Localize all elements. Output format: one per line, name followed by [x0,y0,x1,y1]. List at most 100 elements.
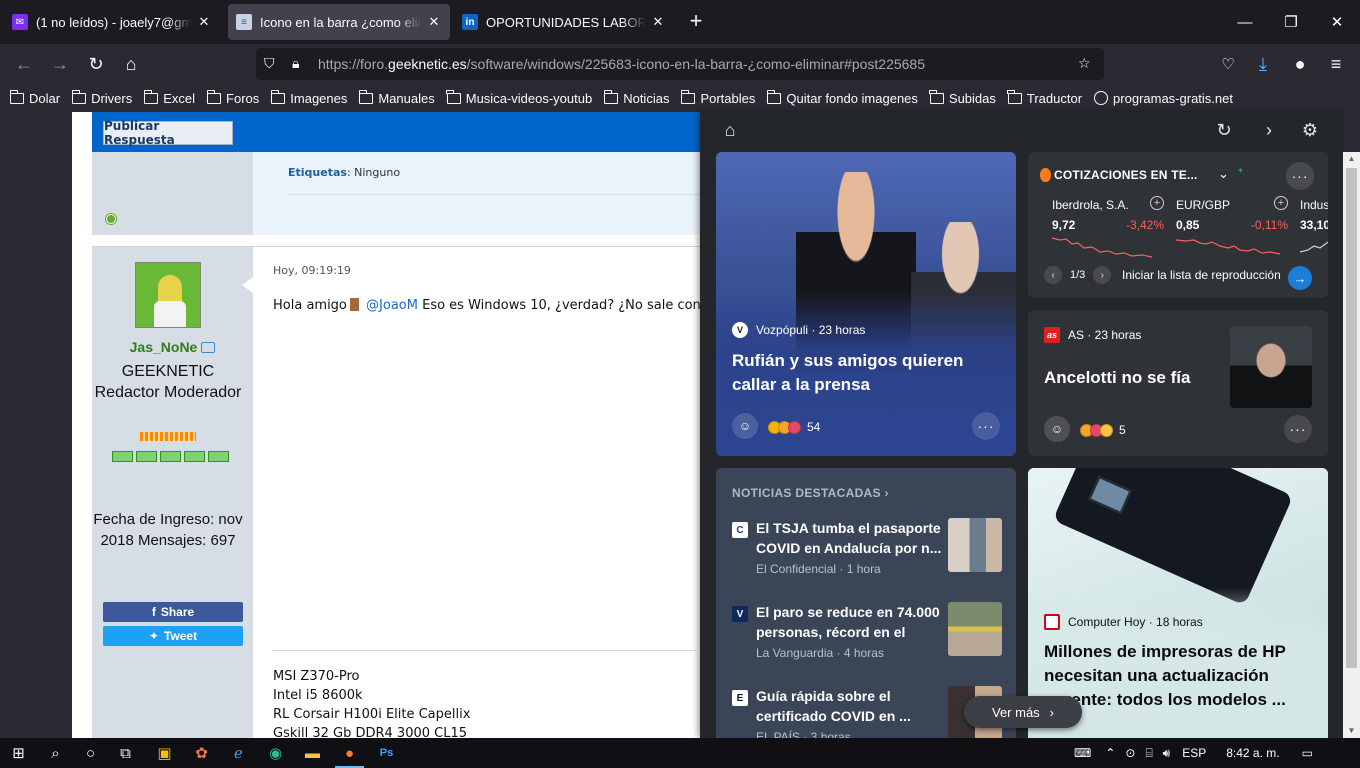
forward-button[interactable]: → [46,50,74,78]
download-icon[interactable]: ⤓ [1249,50,1277,78]
avatar[interactable] [135,262,201,328]
news-list-item[interactable]: C El TSJA tumba el pasaporte COVID en An… [732,518,1002,588]
close-tab-icon[interactable]: ✕ [650,14,666,30]
notifications-icon[interactable]: ▭ [1302,746,1313,760]
bookmark-folder[interactable]: Imagenes [270,89,347,106]
pocket-icon[interactable]: ♡ [1214,50,1242,78]
windows-taskbar: ⊞ ⌕ ○ ⧉ ▣ ✿ ℯ ◉ ▬ ● Ps ⌨ ⌃ ⊙ ⌸ 🔊︎ ESP 8:… [0,738,1360,768]
minimize-button[interactable]: — [1222,0,1268,44]
chevron-left-icon[interactable]: ‹ [1044,266,1062,284]
task-view-icon[interactable]: ⧉ [107,738,144,768]
network-icon[interactable]: ⌸ [1145,746,1152,761]
publish-reply-button[interactable]: Publicar Respuesta [103,119,233,147]
reply-toolbar: Publicar Respuesta [92,112,772,152]
home-icon[interactable]: ⌂ [714,116,746,144]
more-options-button[interactable]: ··· [972,412,1000,440]
stocks-title[interactable]: COTIZACIONES EN TE... [1054,168,1198,182]
scroll-up-icon[interactable]: ▲ [1343,152,1360,166]
news-list-item[interactable]: V El paro se reduce en 74.000 personas, … [732,602,1002,672]
bookmark-folder[interactable]: Drivers [71,89,132,106]
stock-item[interactable]: EUR/GBP + 0,85 -0,11% [1176,196,1294,256]
chevron-right-icon[interactable]: › [1253,116,1285,144]
bookmark-folder[interactable]: Portables [680,89,755,106]
store-icon[interactable]: ▣ [146,738,183,768]
clock[interactable]: 8:42 a. m. [1226,746,1279,760]
facebook-share-button[interactable]: f Share [103,602,243,622]
twitter-icon: ✦ [148,629,159,643]
close-window-button[interactable]: ✕ [1314,0,1360,44]
chat-icon[interactable] [201,342,216,353]
maximize-button[interactable]: ❐ [1268,0,1314,44]
lock-icon[interactable]: 🔒︎ [292,55,299,72]
scroll-down-icon[interactable]: ▼ [1343,724,1360,738]
more-options-button[interactable]: ··· [1284,415,1312,443]
back-button[interactable]: ← [10,50,38,78]
news-headline[interactable]: Millones de impresoras de HP necesitan u… [1044,640,1314,712]
settings-icon[interactable]: ⚙ [1294,116,1326,144]
url-text[interactable]: https://foro.geeknetic.es/software/windo… [318,56,925,72]
bookmark-folder[interactable]: Foros [206,89,259,106]
news-list-item[interactable]: E Guía rápida sobre el certificado COVID… [732,686,1002,738]
menu-icon[interactable]: ≡ [1322,50,1350,78]
refresh-icon[interactable]: ↻ [1208,116,1240,144]
top-news-heading[interactable]: NOTICIAS DESTACADAS › [732,486,889,500]
firefox-icon[interactable]: ● [331,738,368,768]
bookmark-folder[interactable]: Noticias [603,89,669,106]
account-icon[interactable]: ● [1286,50,1314,78]
bookmark-folder[interactable]: Excel [143,89,195,106]
username[interactable]: Jas_NoNe [92,339,253,355]
bookmark-folder[interactable]: Traductor [1007,89,1082,106]
bookmark-folder[interactable]: Subidas [929,89,996,106]
windows-start-icon[interactable]: ⊞ [0,738,37,768]
bookmark-star-icon[interactable]: ☆ [1078,55,1091,72]
arrow-right-icon[interactable]: → [1288,266,1312,290]
add-icon[interactable]: + [1150,196,1164,210]
photoshop-icon[interactable]: Ps [368,738,405,768]
edge-icon[interactable]: ◉ [257,738,294,768]
tab-gmail[interactable]: ✉ (1 no leídos) - joaely7@gmail.com ✕ [4,4,220,40]
news-card-as[interactable]: as AS · 23 horas Ancelotti no se fía ☺ 5… [1028,310,1328,456]
language-indicator[interactable]: ESP [1182,746,1206,760]
close-tab-icon[interactable]: ✕ [426,14,442,30]
home-button[interactable]: ⌂ [117,50,145,78]
spark-icon: ⁎ [1238,164,1243,175]
meet-now-icon[interactable]: ⊙ [1125,746,1135,760]
lavanguardia-logo-icon: V [732,606,748,622]
news-card-main[interactable]: V Vozpópuli · 23 horas Rufián y sus amig… [716,152,1016,456]
reload-button[interactable]: ↻ [82,50,110,78]
close-tab-icon[interactable]: ✕ [196,14,212,30]
see-more-button[interactable]: Ver más › [964,696,1082,728]
keyboard-icon[interactable]: ⌨ [1074,746,1091,760]
chevron-right-icon[interactable]: › [1093,266,1112,284]
react-icon[interactable]: ☺ [1044,416,1070,442]
bookmark-folder[interactable]: Musica-videos-youtub [446,89,592,106]
more-options-button[interactable]: ··· [1286,162,1314,190]
react-icon[interactable]: ☺ [732,413,758,439]
bookmark-folder[interactable]: Quitar fondo imagenes [766,89,918,106]
address-bar[interactable]: ⛉ 🔒︎ https://foro.geeknetic.es/software/… [256,48,1104,80]
bookmark-folder[interactable]: Dolar [9,89,60,106]
bookmark-link[interactable]: programas-gratis.net [1094,91,1233,106]
playlist-link[interactable]: Iniciar la lista de reproducción [1122,268,1281,282]
internet-explorer-icon[interactable]: ℯ [220,738,257,768]
page-scrollbar[interactable]: ▲ ▼ [1343,152,1360,738]
app-icon[interactable]: ✿ [183,738,220,768]
chevron-up-icon[interactable]: ⌃ [1105,746,1115,760]
scrollbar-thumb[interactable] [1346,168,1357,668]
stock-item[interactable]: Iberdrola, S.A. + 9,72 -3,42% [1052,196,1170,258]
new-tab-button[interactable]: + [682,8,710,36]
news-headline[interactable]: Ancelotti no se fía [1044,366,1224,390]
tab-geeknetic[interactable]: ≡ Icono en la barra ¿como eliminar ✕ [228,4,450,40]
volume-icon[interactable]: 🔊︎ [1163,746,1171,761]
add-icon[interactable]: + [1274,196,1288,210]
file-explorer-icon[interactable]: ▬ [294,738,331,768]
tweet-button[interactable]: ✦ Tweet [103,626,243,646]
stock-item[interactable]: Indus 33,10 [1300,196,1328,256]
cortana-icon[interactable]: ○ [72,738,109,768]
search-icon[interactable]: ⌕ [37,738,74,768]
tab-linkedin[interactable]: in OPORTUNIDADES LABORALES en ✕ [454,4,674,40]
chevron-down-icon[interactable]: ⌄ [1218,166,1229,182]
shield-icon[interactable]: ⛉ [264,55,275,72]
bookmark-folder[interactable]: Manuales [358,89,435,106]
news-headline[interactable]: Rufián y sus amigos quieren callar a la … [732,349,1000,397]
